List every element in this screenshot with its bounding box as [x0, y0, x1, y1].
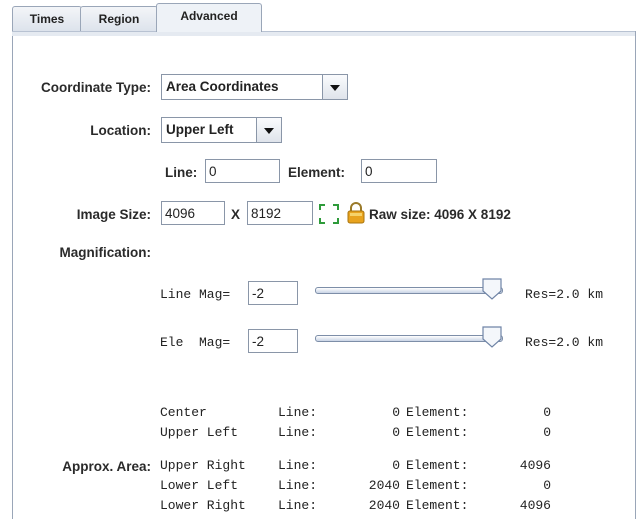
line-mag-slider-track[interactable]: [315, 287, 503, 294]
image-elements-input[interactable]: [247, 201, 313, 225]
coordinate-type-dropdown-button[interactable]: [322, 75, 347, 99]
ele-mag-slider-thumb[interactable]: [482, 326, 502, 348]
tab-region[interactable]: Region: [80, 6, 158, 31]
ele-mag-slider-track[interactable]: [315, 335, 503, 342]
panel-header-strip: [12, 31, 635, 36]
location-value: Upper Left: [166, 122, 234, 137]
area-row-name: Lower Left: [160, 478, 239, 493]
coordinate-type-value: Area Coordinates: [166, 79, 279, 94]
lock-icon[interactable]: [346, 201, 366, 225]
area-row-element-value: 4096: [519, 498, 551, 513]
area-row-name: Upper Right: [160, 458, 246, 473]
line-input[interactable]: [205, 159, 280, 183]
tab-bar: Times Region Advanced: [0, 0, 638, 32]
advanced-panel: [12, 31, 636, 519]
location-dropdown-button[interactable]: [256, 118, 281, 142]
area-row-line-value: 2040: [368, 478, 400, 493]
ele-mag-label: Ele Mag=: [160, 335, 231, 350]
chevron-down-icon: [330, 85, 340, 91]
location-dropdown[interactable]: Upper Left: [161, 117, 282, 143]
area-row-element-value: 4096: [519, 458, 551, 473]
line-label: Line:: [165, 165, 198, 180]
area-row-element-value: 0: [543, 478, 551, 493]
line-mag-slider-thumb[interactable]: [482, 278, 502, 300]
location-label: Location:: [90, 123, 151, 138]
area-row-line-label: Line:: [278, 405, 318, 420]
area-row-element-value: 0: [543, 405, 551, 420]
area-row-name: Upper Left: [160, 425, 239, 440]
line-mag-input[interactable]: [248, 281, 298, 305]
area-row-line-label: Line:: [278, 498, 318, 513]
line-mag-res: Res=2.0 km: [525, 287, 604, 302]
area-row-line-value: 0: [392, 425, 400, 440]
area-row-name: Lower Right: [160, 498, 246, 513]
area-row-line-value: 2040: [368, 498, 400, 513]
ele-mag-res: Res=2.0 km: [525, 335, 604, 350]
area-row-line-value: 0: [392, 405, 400, 420]
coordinate-type-label: Coordinate Type:: [40, 80, 151, 95]
element-label: Element:: [288, 165, 346, 180]
magnification-label: Magnification:: [59, 245, 152, 260]
image-size-label: Image Size:: [76, 207, 151, 222]
tab-times[interactable]: Times: [12, 6, 82, 31]
area-row-line-value: 0: [392, 458, 400, 473]
area-row-line-label: Line:: [278, 425, 318, 440]
image-size-x-label: X: [231, 207, 241, 222]
line-mag-label: Line Mag=: [160, 287, 231, 302]
expand-arrows-icon[interactable]: [318, 203, 340, 225]
element-input[interactable]: [361, 159, 437, 183]
tab-advanced[interactable]: Advanced: [156, 3, 262, 32]
area-row-element-label: Element:: [406, 425, 469, 440]
area-row-element-value: 0: [543, 425, 551, 440]
area-row-element-label: Element:: [406, 405, 469, 420]
chevron-down-icon: [264, 128, 274, 134]
area-row-element-label: Element:: [406, 498, 469, 513]
image-lines-input[interactable]: [161, 201, 225, 225]
area-row-line-label: Line:: [278, 478, 318, 493]
ele-mag-input[interactable]: [248, 329, 298, 353]
approx-area-label: Approx. Area:: [62, 459, 151, 474]
area-row-line-label: Line:: [278, 458, 318, 473]
area-row-element-label: Element:: [406, 458, 469, 473]
area-row-element-label: Element:: [406, 478, 469, 493]
raw-size-text: Raw size: 4096 X 8192: [369, 207, 511, 222]
coordinate-type-dropdown[interactable]: Area Coordinates: [161, 74, 348, 100]
area-row-name: Center: [160, 405, 207, 420]
